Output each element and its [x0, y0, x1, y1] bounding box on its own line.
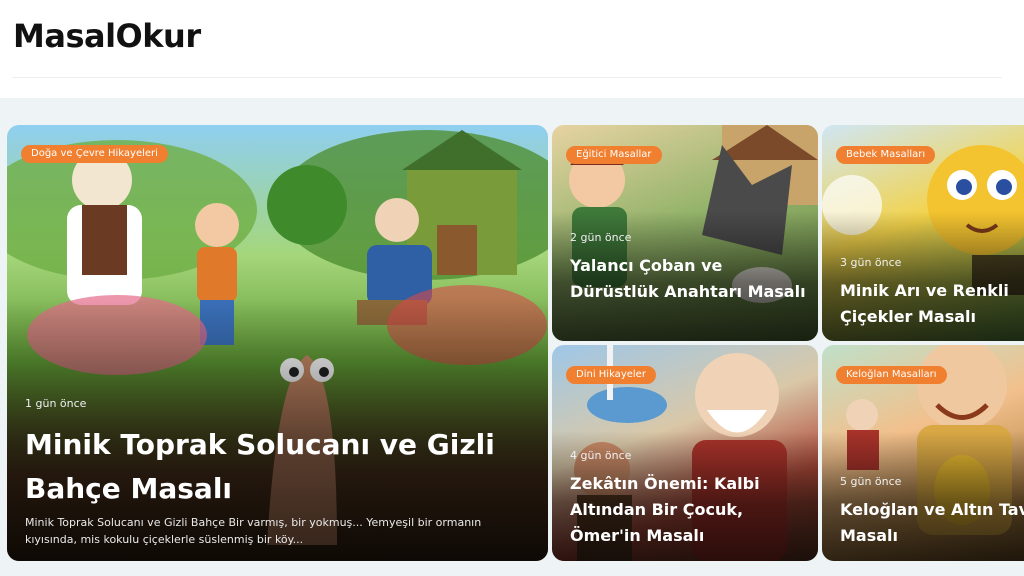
featured-story-card[interactable]: Doğa ve Çevre Hikayeleri 1 gün önce Mini…	[7, 125, 548, 561]
post-time: 1 gün önce	[25, 397, 87, 410]
site-header: MasalOkur	[0, 0, 1024, 98]
category-badge[interactable]: Eğitici Masallar	[566, 146, 662, 164]
story-title[interactable]: Keloğlan ve Altın Tavuk Masalı	[840, 497, 1024, 549]
site-logo[interactable]: MasalOkur	[13, 17, 201, 55]
story-excerpt: Minik Toprak Solucanı ve Gizli Bahçe Bir…	[25, 516, 482, 546]
post-time: 2 gün önce	[570, 231, 632, 244]
category-badge[interactable]: Doğa ve Çevre Hikayeleri	[21, 145, 168, 163]
story-card[interactable]: Bebek Masalları 3 gün önce Minik Arı ve …	[822, 125, 1024, 341]
category-badge[interactable]: Bebek Masalları	[836, 146, 936, 164]
story-card[interactable]: Eğitici Masallar 2 gün önce Yalancı Çoba…	[552, 125, 818, 341]
post-time: 3 gün önce	[840, 256, 902, 269]
header-divider	[12, 77, 1002, 78]
story-title[interactable]: Yalancı Çoban ve Dürüstlük Anahtarı Masa…	[570, 253, 810, 305]
page-background	[0, 561, 1024, 576]
story-card[interactable]: Dini Hikayeler 4 gün önce Zekâtın Önemi:…	[552, 345, 818, 561]
post-time: 5 gün önce	[840, 475, 902, 488]
category-badge[interactable]: Keloğlan Masalları	[836, 366, 947, 384]
story-title[interactable]: Minik Toprak Solucanı ve Gizli Bahçe Mas…	[25, 423, 525, 511]
category-badge[interactable]: Dini Hikayeler	[566, 366, 656, 384]
story-title[interactable]: Minik Arı ve Renkli Çiçekler Masalı	[840, 278, 1024, 330]
story-title[interactable]: Zekâtın Önemi: Kalbi Altından Bir Çocuk,…	[570, 471, 810, 549]
story-card[interactable]: Keloğlan Masalları 5 gün önce Keloğlan v…	[822, 345, 1024, 561]
post-time: 4 gün önce	[570, 449, 632, 462]
